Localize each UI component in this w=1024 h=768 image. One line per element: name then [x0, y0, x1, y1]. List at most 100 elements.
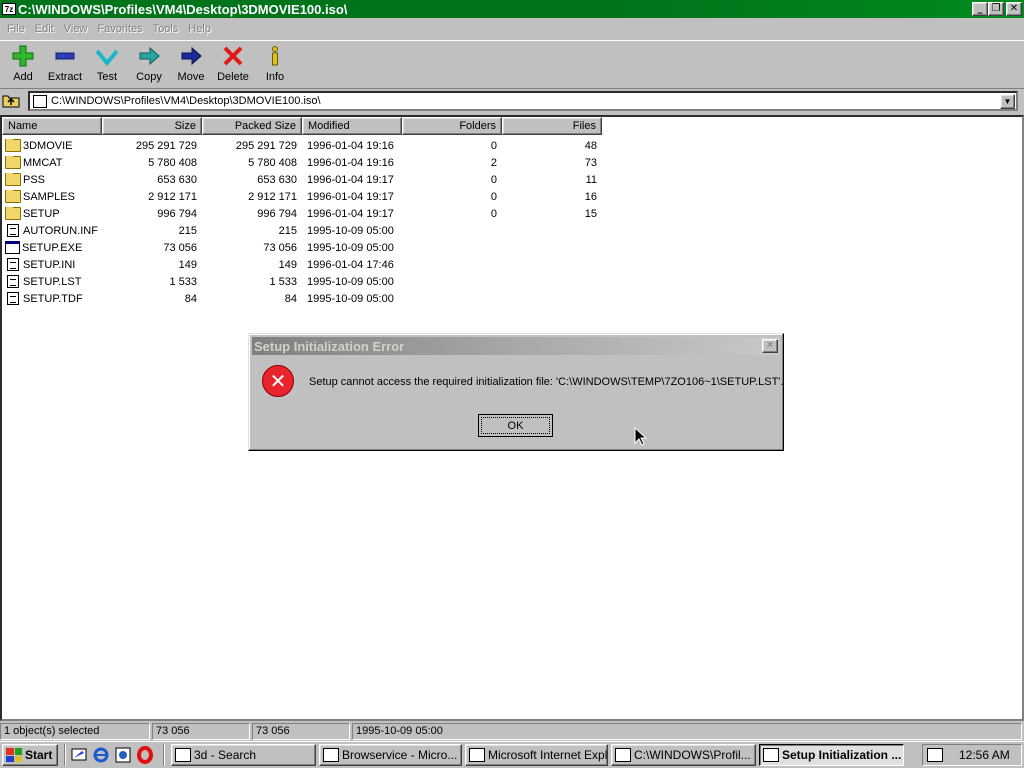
document-icon [7, 275, 19, 288]
test-button[interactable]: Test [86, 41, 128, 85]
move-button[interactable]: Move [170, 41, 212, 85]
ok-button[interactable]: OK [478, 414, 553, 437]
file-row[interactable]: SETUP.EXE 73 056 73 056 1995-10-09 05:00 [2, 239, 602, 256]
task-label: Browservice - Micro... [342, 748, 458, 762]
extract-label: Extract [47, 71, 83, 83]
copy-button[interactable]: Copy [128, 41, 170, 85]
folder-icon [5, 190, 21, 203]
file-row[interactable]: PSS 653 630 653 630 1996-01-04 19:17 0 11 [2, 171, 602, 188]
file-row[interactable]: SETUP.TDF 84 84 1995-10-09 05:00 [2, 290, 602, 307]
file-folders: 2 [490, 156, 497, 169]
file-packed-size: 996 794 [257, 207, 297, 220]
mouse-cursor-icon [634, 427, 648, 446]
column-header-packed-size[interactable]: Packed Size [202, 117, 302, 135]
column-header-name[interactable]: Name [2, 117, 102, 135]
show-desktop-icon[interactable] [69, 745, 89, 765]
opera-icon[interactable] [135, 745, 155, 765]
menu-view[interactable]: View [59, 23, 93, 35]
start-label: Start [25, 748, 53, 762]
file-packed-size: 149 [278, 258, 297, 271]
file-packed-size: 5 780 408 [248, 156, 297, 169]
document-icon [7, 292, 19, 305]
error-x-glyph: ✕ [269, 369, 287, 393]
minimize-button[interactable]: _ [972, 2, 988, 16]
delete-button[interactable]: Delete [212, 41, 254, 85]
file-rows: 3DMOVIE 295 291 729 295 291 729 1996-01-04 … [2, 137, 602, 307]
file-modified: 1996-01-04 19:16 [307, 156, 394, 169]
copy-label: Copy [136, 71, 162, 83]
ok-button-label: OK [481, 417, 550, 434]
test-label: Test [96, 71, 118, 83]
dialog-close-button[interactable]: ✕ [762, 339, 778, 353]
tray-monitor-icon[interactable] [927, 748, 943, 762]
taskbar-button[interactable]: C:\WINDOWS\Profil... [611, 744, 756, 766]
file-packed-size: 295 291 729 [235, 139, 297, 152]
maximize-button[interactable]: ❐ [988, 2, 1004, 16]
address-field[interactable]: C:\WINDOWS\Profiles\VM4\Desktop\3DMOVIE1… [28, 91, 1018, 111]
menu-help[interactable]: Help [183, 23, 216, 35]
file-modified: 1996-01-04 19:17 [307, 207, 394, 220]
column-header-size[interactable]: Size [102, 117, 202, 135]
file-name-cell: SETUP.LST [2, 275, 102, 288]
file-row[interactable]: SAMPLES 2 912 171 2 912 171 1996-01-04 19:1… [2, 188, 602, 205]
taskbar-button[interactable]: Setup Initialization ... [759, 744, 904, 766]
file-modified: 1995-10-09 05:00 [307, 241, 394, 254]
close-button[interactable]: ✕ [1006, 2, 1022, 16]
file-name-cell: SETUP.INI [2, 258, 102, 271]
folder-icon [5, 156, 21, 169]
tasks-separator [163, 744, 165, 766]
file-modified: 1996-01-04 19:17 [307, 173, 394, 186]
file-row[interactable]: SETUP.LST 1 533 1 533 1995-10-09 05:00 [2, 273, 602, 290]
title-bar[interactable]: 7z C:\WINDOWS\Profiles\VM4\Desktop\3DMOV… [0, 0, 1024, 18]
file-row[interactable]: AUTORUN.INF 215 215 1995-10-09 05:00 [2, 222, 602, 239]
folder-icon [5, 139, 21, 152]
menu-file[interactable]: File [2, 23, 30, 35]
column-header-modified[interactable]: Modified [302, 117, 402, 135]
task-label: C:\WINDOWS\Profil... [634, 748, 751, 762]
menu-favorites[interactable]: Favorites [92, 23, 147, 35]
file-packed-size: 73 056 [263, 241, 297, 254]
folder-up-button[interactable] [2, 92, 20, 108]
add-button[interactable]: Add [2, 41, 44, 85]
taskbar-button[interactable]: Browservice - Micro... [319, 744, 462, 766]
menu-tools[interactable]: Tools [148, 23, 184, 35]
file-name-cell: SAMPLES [2, 190, 102, 203]
info-icon [263, 45, 287, 67]
info-button[interactable]: Info [254, 41, 296, 85]
file-row[interactable]: 3DMOVIE 295 291 729 295 291 729 1996-01-04 … [2, 137, 602, 154]
menu-edit[interactable]: Edit [30, 23, 59, 35]
file-folders: 0 [490, 190, 497, 203]
file-files: 48 [584, 139, 597, 152]
start-button[interactable]: Start [2, 744, 58, 766]
file-packed-size: 653 630 [257, 173, 297, 186]
file-files: 15 [584, 207, 597, 220]
file-name: SETUP.INI [23, 258, 76, 271]
taskbar-button[interactable]: 3d - Search [171, 744, 316, 766]
folder-icon [5, 173, 21, 186]
file-folders: 0 [490, 207, 497, 220]
channels-icon[interactable] [113, 745, 133, 765]
address-path: C:\WINDOWS\Profiles\VM4\Desktop\3DMOVIE1… [51, 95, 321, 107]
task-label: Microsoft Internet Expl... [488, 748, 608, 762]
status-selected: 1 object(s) selected [0, 722, 150, 740]
toolbar: Add Extract Test Copy Move Delete Info [0, 40, 1024, 86]
file-files: 73 [584, 156, 597, 169]
file-row[interactable]: MMCAT 5 780 408 5 780 408 1996-01-04 19:16 2… [2, 154, 602, 171]
file-name-cell: 3DMOVIE [2, 139, 102, 152]
add-icon [11, 45, 35, 67]
file-folders: 0 [490, 173, 497, 186]
file-modified: 1996-01-04 19:17 [307, 190, 394, 203]
file-modified: 1995-10-09 05:00 [307, 292, 394, 305]
dialog-title-bar[interactable]: Setup Initialization Error ✕ [252, 337, 780, 355]
file-row[interactable]: SETUP 996 794 996 794 1996-01-04 19:17 0 15 [2, 205, 602, 222]
internet-explorer-icon[interactable] [91, 745, 111, 765]
extract-button[interactable]: Extract [44, 41, 86, 85]
test-icon [95, 45, 119, 67]
taskbar-button[interactable]: Microsoft Internet Expl... [465, 744, 608, 766]
file-name-cell: SETUP.EXE [2, 241, 102, 254]
folder-up-icon [2, 95, 20, 108]
file-row[interactable]: SETUP.INI 149 149 1996-01-04 17:46 [2, 256, 602, 273]
column-header-files[interactable]: Files [502, 117, 602, 135]
column-header-folders[interactable]: Folders [402, 117, 502, 135]
address-dropdown-button[interactable]: ▼ [1000, 94, 1015, 109]
